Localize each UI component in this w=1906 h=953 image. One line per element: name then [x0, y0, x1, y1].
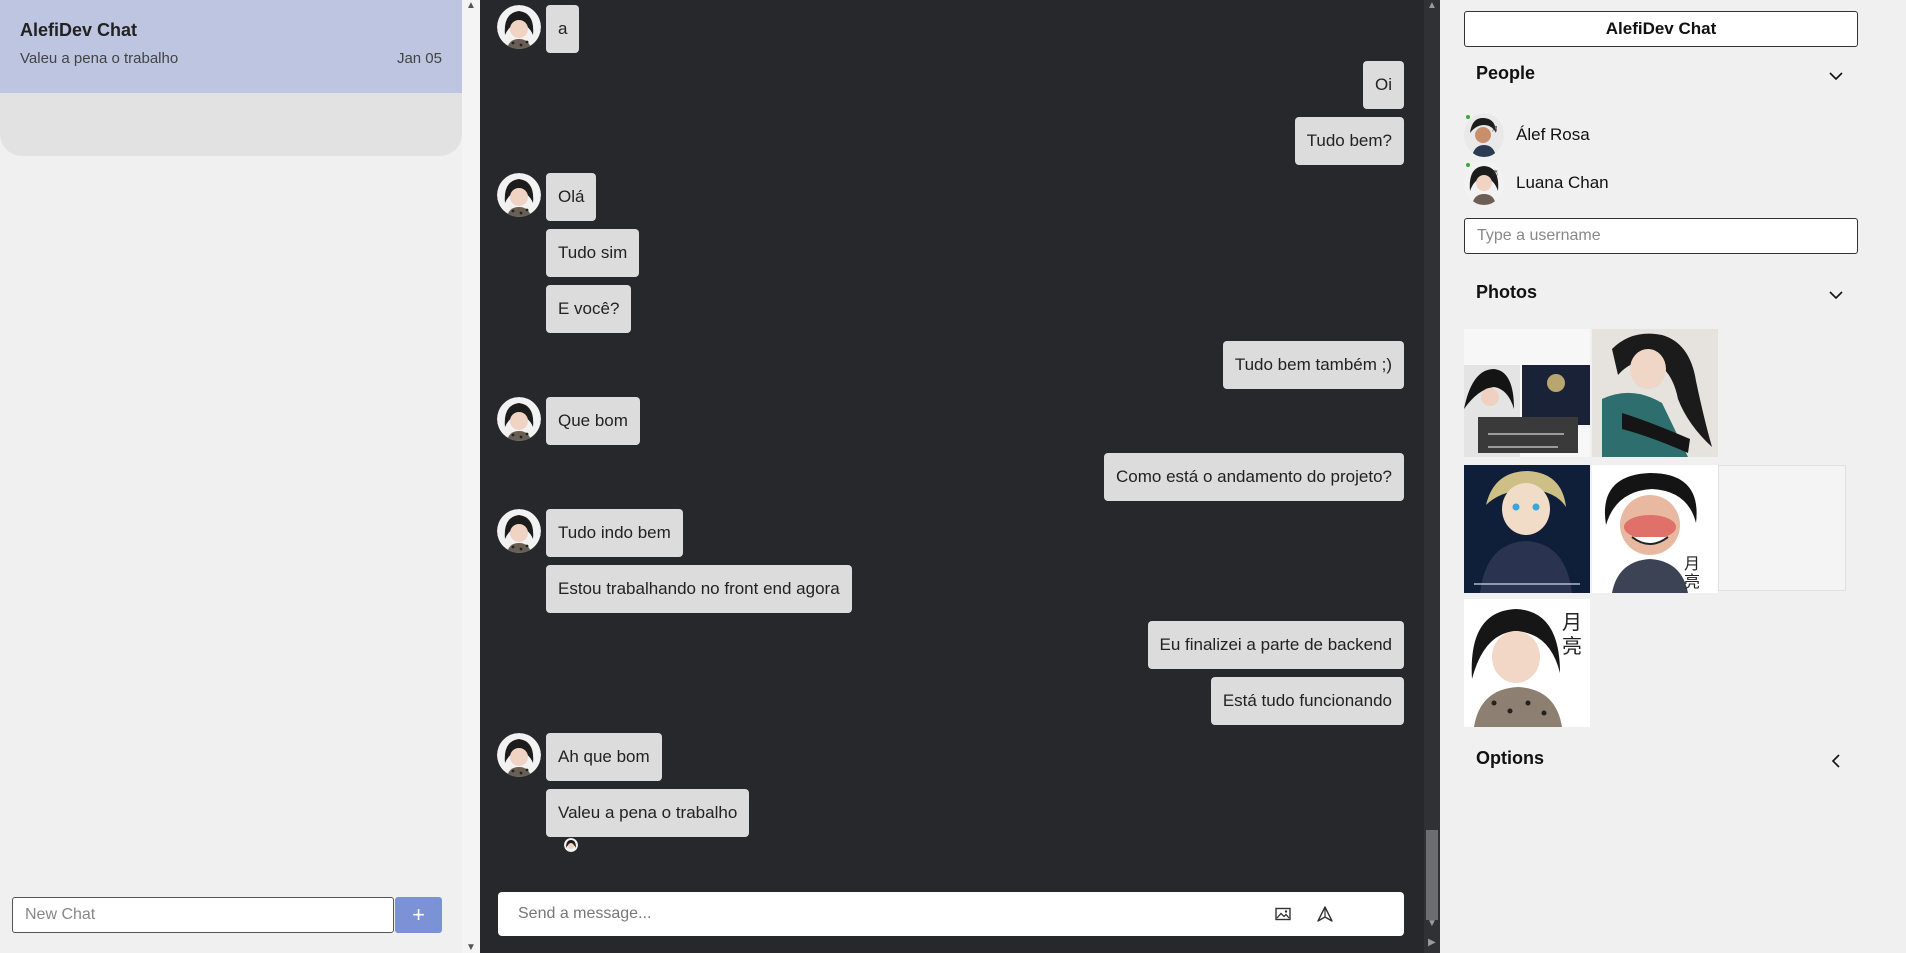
message-bubble-incoming: Tudo sim — [546, 229, 640, 277]
chevron-left-icon[interactable] — [1828, 753, 1844, 769]
scroll-down-icon[interactable]: ▼ — [466, 942, 476, 953]
message-bubble-incoming: Ah que bom — [546, 733, 662, 781]
chat-list: AlefiDev Chat Valeu a pena o trabalho Ja… — [0, 0, 462, 156]
chat-card-date: Jan 05 — [396, 50, 442, 67]
chevron-down-icon[interactable] — [1828, 68, 1844, 84]
avatar: 月 — [1464, 113, 1504, 157]
chat-list-sidebar: AlefiDev Chat Valeu a pena o trabalho Ja… — [0, 0, 480, 953]
message-input[interactable] — [498, 892, 1258, 936]
image-icon[interactable] — [1274, 905, 1292, 923]
scroll-up-icon[interactable]: ▲ — [1427, 0, 1437, 11]
message-bubble-outgoing: Tudo bem também ;) — [1222, 341, 1404, 389]
avatar — [497, 509, 541, 553]
photo-thumbnail[interactable]: 月 亮 — [1464, 599, 1590, 727]
svg-text:月: 月 — [1562, 610, 1582, 634]
chevron-down-icon[interactable] — [1828, 287, 1844, 303]
sidebar-scrollbar[interactable]: ▲ ▼ — [462, 0, 480, 953]
svg-text:月: 月 — [1492, 126, 1498, 133]
avatar: 亮 — [1464, 161, 1504, 205]
chat-feed-scrollbar[interactable]: ▲ ▼ ▶ — [1424, 0, 1440, 953]
photo-thumbnail[interactable] — [1464, 465, 1590, 593]
avatar — [497, 397, 541, 441]
online-status-indicator — [1466, 115, 1470, 119]
avatar — [497, 5, 541, 49]
new-chat-button[interactable]: + — [395, 897, 442, 933]
panel-title: AlefiDev Chat — [1464, 11, 1858, 47]
message-bubble-incoming: Estou trabalhando no front end agora — [546, 565, 852, 613]
chat-card[interactable]: AlefiDev Chat Valeu a pena o trabalho Ja… — [0, 0, 462, 93]
avatar — [497, 173, 541, 217]
photo-thumbnail[interactable] — [1464, 329, 1590, 457]
online-status-indicator — [1466, 163, 1470, 167]
message-bubble-outgoing: Tudo bem? — [1294, 117, 1404, 165]
photo-thumbnail[interactable]: 月 亮 — [1592, 465, 1718, 593]
send-icon[interactable] — [1316, 905, 1334, 923]
message-bubble-incoming: Olá — [546, 173, 597, 221]
message-bubble-outgoing: Como está o andamento do projeto? — [1104, 453, 1404, 501]
person-name: Álef Rosa — [1516, 125, 1590, 144]
svg-text:亮: 亮 — [1684, 572, 1700, 591]
svg-text:亮: 亮 — [1562, 634, 1582, 658]
options-heading[interactable]: Options — [1476, 748, 1544, 769]
photo-placeholder — [1718, 465, 1846, 591]
message-bubble-incoming: E você? — [546, 285, 632, 333]
photos-heading[interactable]: Photos — [1476, 282, 1537, 303]
message-bubble-incoming: Que bom — [546, 397, 640, 445]
chat-settings-panel: AlefiDev Chat People 月 Álef Rosa 亮 Luana… — [1440, 0, 1906, 953]
new-chat-input[interactable] — [12, 897, 394, 933]
message-bubble-outgoing: Eu finalizei a parte de backend — [1147, 621, 1404, 669]
photo-thumbnail[interactable] — [1592, 329, 1718, 457]
read-receipt-avatar — [564, 838, 578, 852]
people-heading[interactable]: People — [1476, 63, 1535, 84]
message-composer — [498, 892, 1404, 936]
svg-text:亮: 亮 — [1492, 169, 1498, 177]
scroll-right-icon[interactable]: ▶ — [1428, 937, 1436, 948]
chat-card-title: AlefiDev Chat — [20, 20, 138, 40]
scroll-up-icon[interactable]: ▲ — [466, 0, 476, 11]
scrollbar-thumb[interactable] — [1426, 830, 1438, 920]
message-bubble-incoming: Valeu a pena o trabalho — [546, 789, 750, 837]
chat-feed: a Oi Tudo bem? Olá Tudo sim E você? Tudo… — [480, 0, 1440, 953]
svg-text:月: 月 — [1684, 554, 1700, 573]
message-bubble-incoming: a — [546, 5, 580, 53]
chat-card-last-message: Valeu a pena o trabalho — [20, 50, 179, 67]
username-input[interactable] — [1464, 218, 1858, 254]
message-bubble-outgoing: Oi — [1363, 61, 1404, 109]
message-bubble-incoming: Tudo indo bem — [546, 509, 683, 557]
message-bubble-outgoing: Está tudo funcionando — [1210, 677, 1404, 725]
scroll-down-icon[interactable]: ▼ — [1427, 918, 1437, 929]
person-name: Luana Chan — [1516, 173, 1609, 192]
avatar — [497, 733, 541, 777]
